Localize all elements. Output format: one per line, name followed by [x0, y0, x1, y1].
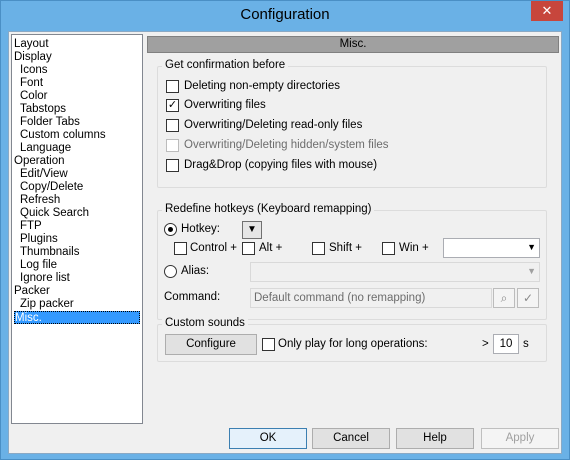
tree-item-tabstops[interactable]: Tabstops: [20, 103, 66, 116]
checkbox-win[interactable]: [382, 242, 395, 255]
confirmation-group-title: Get confirmation before: [162, 59, 289, 71]
label-alt: Alt +: [259, 242, 283, 254]
checkmark-icon: ✓: [522, 291, 534, 305]
apply-button[interactable]: Apply: [481, 428, 559, 449]
radio-alias[interactable]: [164, 265, 177, 278]
command-apply-button[interactable]: ✓: [517, 288, 539, 308]
label-long-operations: Only play for long operations:: [278, 338, 428, 350]
seconds-unit: s: [523, 338, 529, 350]
tree-item-icons[interactable]: Icons: [20, 64, 48, 77]
magnifier-icon: ⌕: [500, 291, 508, 305]
key-select[interactable]: ▼: [443, 238, 540, 258]
tree-item-operation[interactable]: Operation: [14, 155, 65, 168]
label-overwrite-files: Overwriting files: [184, 99, 266, 111]
tree-item-copy-delete[interactable]: Copy/Delete: [20, 181, 83, 194]
cancel-button[interactable]: Cancel: [312, 428, 390, 449]
tree-item-quick-search[interactable]: Quick Search: [20, 207, 89, 220]
tree-item-folder-tabs[interactable]: Folder Tabs: [20, 116, 80, 129]
label-overwrite-readonly: Overwriting/Deleting read-only files: [184, 119, 363, 131]
label-dragdrop: Drag&Drop (copying files with mouse): [184, 159, 378, 171]
tree-item-display[interactable]: Display: [14, 51, 52, 64]
label-command: Command:: [164, 291, 221, 303]
seconds-input[interactable]: 10: [493, 334, 519, 354]
chevron-down-icon: ▼: [527, 266, 536, 276]
command-field[interactable]: Default command (no remapping): [250, 288, 492, 308]
label-delete-nonempty: Deleting non-empty directories: [184, 80, 340, 92]
tree-item-language[interactable]: Language: [20, 142, 71, 155]
command-search-button[interactable]: ⌕: [493, 288, 515, 308]
tree-item-font[interactable]: Font: [20, 77, 43, 90]
tree-item-log-file[interactable]: Log file: [20, 259, 57, 272]
close-button[interactable]: ✕: [531, 1, 563, 21]
greater-than-sign: >: [482, 338, 489, 350]
tree-item-thumbnails[interactable]: Thumbnails: [20, 246, 79, 259]
checkbox-delete-nonempty[interactable]: [166, 80, 179, 93]
help-button[interactable]: Help: [396, 428, 474, 449]
window-title: Configuration: [240, 6, 330, 23]
custom-sounds-group-title: Custom sounds: [162, 317, 248, 329]
checkbox-control[interactable]: [174, 242, 187, 255]
triangle-down-icon: ▼: [247, 224, 257, 235]
tree-item-layout[interactable]: Layout: [14, 38, 49, 51]
panel-header: Misc.: [147, 36, 559, 53]
label-shift: Shift +: [329, 242, 362, 254]
tree-item-refresh[interactable]: Refresh: [20, 194, 60, 207]
checkbox-long-operations[interactable]: [262, 338, 275, 351]
radio-hotkey[interactable]: [164, 223, 177, 236]
configure-sounds-button[interactable]: Configure: [165, 334, 257, 355]
tree-item-color[interactable]: Color: [20, 90, 47, 103]
tree-item-ftp[interactable]: FTP: [20, 220, 42, 233]
tree-item-zip-packer[interactable]: Zip packer: [20, 298, 74, 311]
hotkey-dropdown-button[interactable]: ▼: [242, 221, 262, 239]
tree-item-ignore-list[interactable]: Ignore list: [20, 272, 70, 285]
checkbox-overwrite-readonly[interactable]: [166, 119, 179, 132]
checkbox-alt[interactable]: [242, 242, 255, 255]
label-win: Win +: [399, 242, 429, 254]
checkbox-overwrite-hidden[interactable]: [166, 139, 179, 152]
hotkeys-group-title: Redefine hotkeys (Keyboard remapping): [162, 203, 375, 215]
label-alias: Alias:: [181, 265, 210, 277]
alias-select[interactable]: ▼: [250, 262, 540, 282]
label-overwrite-hidden: Overwriting/Deleting hidden/system files: [184, 139, 389, 151]
ok-button[interactable]: OK: [229, 428, 307, 449]
chevron-down-icon: ▼: [527, 242, 536, 252]
tree-item-misc[interactable]: Misc.: [14, 311, 140, 324]
label-control: Control +: [190, 242, 237, 254]
configuration-window: Configuration ✕ Layout Display Icons Fon…: [0, 0, 570, 460]
checkbox-shift[interactable]: [312, 242, 325, 255]
label-hotkey: Hotkey:: [181, 223, 220, 235]
tree-item-custom-columns[interactable]: Custom columns: [20, 129, 106, 142]
tree-item-packer[interactable]: Packer: [14, 285, 50, 298]
checkbox-dragdrop[interactable]: [166, 159, 179, 172]
tree-item-plugins[interactable]: Plugins: [20, 233, 58, 246]
title-bar[interactable]: Configuration ✕: [1, 1, 569, 31]
tree-item-edit-view[interactable]: Edit/View: [20, 168, 68, 181]
settings-tree[interactable]: Layout Display Icons Font Color Tabstops…: [11, 34, 143, 424]
dialog-client-area: Layout Display Icons Font Color Tabstops…: [8, 31, 562, 454]
checkbox-overwrite-files[interactable]: ✓: [166, 99, 179, 112]
